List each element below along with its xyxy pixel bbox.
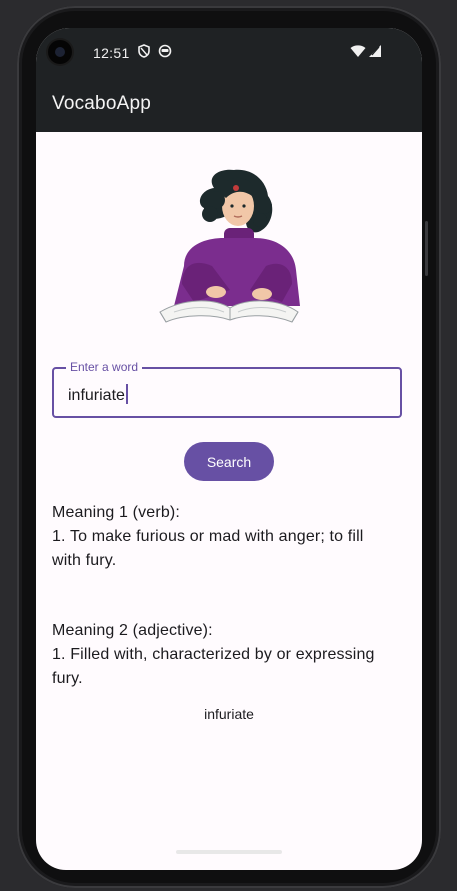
word-input-field[interactable]: Enter a word infuriate [52, 360, 402, 418]
app-bar: VocaboApp [36, 76, 422, 132]
shield-icon [138, 44, 150, 58]
app-notification-icon [158, 44, 172, 58]
status-bar: 12:51 [36, 28, 422, 76]
text-cursor [125, 384, 128, 404]
word-input-value[interactable]: infuriate [68, 384, 128, 405]
front-camera [48, 40, 72, 64]
word-input-label: Enter a word [66, 360, 143, 374]
app-screen: 12:51 VocaboApp Enter a word infuriate S… [36, 28, 422, 870]
status-time: 12:51 [93, 45, 130, 61]
cellular-signal-icon [369, 45, 381, 57]
meaning-definition: 1. Filled with, characterized by or expr… [52, 646, 375, 687]
meaning-definition: 1. To make furious or mad with anger; to… [52, 528, 364, 569]
meaning-block-2: Meaning 2 (adjective): 1. Filled with, c… [52, 619, 397, 691]
wifi-icon [350, 45, 366, 57]
meaning-heading: Meaning 1 (verb): [52, 504, 180, 521]
person-reading-book-illustration [159, 169, 300, 323]
side-button [425, 221, 428, 276]
searched-word-footer: infuriate [204, 706, 254, 722]
gesture-navigation-handle[interactable] [176, 850, 282, 854]
meaning-block-1: Meaning 1 (verb): 1. To make furious or … [52, 501, 397, 573]
meaning-heading: Meaning 2 (adjective): [52, 622, 213, 639]
app-title: VocaboApp [52, 93, 151, 114]
search-button[interactable]: Search [184, 442, 274, 481]
